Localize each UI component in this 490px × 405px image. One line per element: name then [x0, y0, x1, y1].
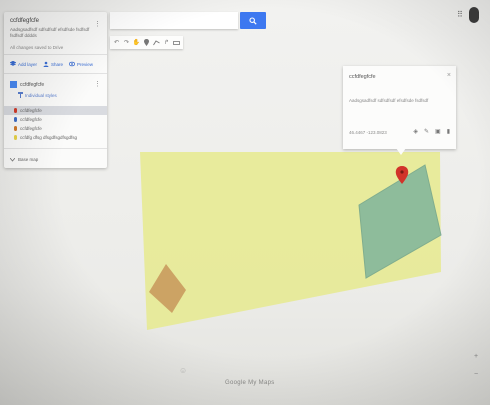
add-layer-label: Add layer	[18, 61, 38, 67]
feature-item[interactable]: ccfdfg dfsg dfsgdfsgdfsgdfsg	[4, 133, 107, 142]
panel-actions: Add layer Share Preview	[4, 55, 107, 74]
map-legend-panel: ccfdfegfcfe ⋮ Aadsgsadfsdf sdfsdfsdf efs…	[4, 12, 107, 168]
drawing-toolbar: ↶ ↷ ✋ ↱	[110, 36, 183, 49]
feature-info-card: ccfdfegfcfe × Aadsgsadfsdf sdfsdfsdf efs…	[343, 66, 456, 149]
feature-label: ccfdfegfcfe	[20, 117, 42, 122]
search-icon	[249, 16, 257, 25]
google-logo: Google My Maps	[225, 380, 275, 386]
apps-grid-icon[interactable]: ⠿	[457, 10, 463, 19]
zoom-out-button[interactable]: −	[471, 366, 481, 384]
share-icon	[43, 61, 49, 67]
feature-label: ccfdfg dfsg dfsgdfsgdfsgdfsg	[20, 135, 78, 140]
camera-icon[interactable]: ▣	[435, 128, 441, 135]
screen: ccfdfegfcfe ⋮ Aadsgsadfsdf sdfsdfsdf efs…	[0, 0, 490, 405]
base-map-label: Base map	[18, 157, 39, 162]
add-marker-icon[interactable]	[142, 37, 151, 48]
popup-description: Aadsgsadfsdf sdfsdfsdf efsdfsde fsdfsdf	[349, 98, 429, 103]
layer-section: ccfdfegfcfe ⋮ Individual styles	[4, 74, 107, 106]
share-label: Share	[51, 61, 64, 67]
close-icon[interactable]: ×	[447, 72, 451, 79]
feature-list: ccfdfegfcfe ccfdfegfcfe ccfdfegfcfe ccfd…	[4, 106, 107, 142]
saved-status: All changes saved to Drive	[10, 45, 64, 50]
feature-item[interactable]: ccfdfegfcfe	[4, 124, 107, 133]
hand-icon[interactable]: ✋	[132, 37, 141, 48]
zoom-controls: + −	[471, 348, 481, 384]
popup-actions: ◈ ✎ ▣ ▮	[413, 128, 450, 135]
layer-checkbox[interactable]	[10, 80, 17, 88]
zoom-in-button[interactable]: +	[471, 348, 481, 366]
search-input[interactable]	[110, 15, 238, 33]
preview-button[interactable]: Preview	[69, 61, 93, 67]
avatar[interactable]	[469, 7, 479, 23]
undo-icon[interactable]: ↶	[112, 37, 121, 48]
ruler-icon[interactable]	[172, 37, 181, 48]
layer-options-icon[interactable]: ⋮	[94, 80, 101, 88]
popup-coordinates[interactable]: 46.4467 -123.0823	[349, 130, 387, 135]
draw-line-icon[interactable]	[152, 37, 161, 48]
feature-item[interactable]: ccfdfegfcfe	[4, 115, 107, 124]
layer-title[interactable]: ccfdfegfcfe	[20, 81, 44, 87]
polygon-icon	[14, 135, 17, 140]
more-options-icon[interactable]: ⋮	[94, 20, 101, 28]
feature-label: ccfdfegfcfe	[20, 126, 42, 131]
popup-pointer	[396, 148, 406, 155]
add-layer-icon	[10, 61, 16, 66]
pegman-icon[interactable]: ☺	[179, 366, 187, 375]
share-button[interactable]: Share	[43, 61, 63, 67]
delete-icon[interactable]: ▮	[447, 128, 450, 135]
redo-icon[interactable]: ↷	[122, 37, 131, 48]
feature-item[interactable]: ccfdfegfcfe	[4, 106, 107, 115]
preview-label: Preview	[77, 61, 94, 67]
directions-icon[interactable]: ↱	[162, 37, 171, 48]
line-icon	[14, 117, 17, 122]
edit-pencil-icon[interactable]: ✎	[424, 128, 429, 135]
paint-roller-icon	[18, 92, 23, 98]
panel-header: ccfdfegfcfe ⋮ Aadsgsadfsdf sdfsdfsdf efs…	[4, 12, 107, 55]
chevron-down-icon	[10, 157, 15, 162]
search-box	[110, 12, 238, 33]
preview-icon	[69, 61, 76, 67]
base-map-toggle[interactable]: Base map	[4, 148, 107, 168]
layer-header[interactable]: ccfdfegfcfe ⋮	[10, 80, 101, 88]
popup-title: ccfdfegfcfe	[349, 74, 376, 80]
map-description[interactable]: Aadsgsadfsdf sdfsdfsdf efsdfsde fsdfsdf …	[10, 27, 92, 39]
marker-icon	[14, 108, 17, 113]
feature-label: ccfdfegfcfe	[20, 108, 42, 113]
map-title[interactable]: ccfdfegfcfe	[10, 18, 101, 24]
search-button[interactable]	[240, 12, 266, 29]
individual-styles-link[interactable]: Individual styles	[10, 92, 101, 98]
style-label: Individual styles	[25, 92, 57, 98]
style-paint-icon[interactable]: ◈	[413, 128, 418, 135]
add-layer-button[interactable]: Add layer	[10, 61, 37, 67]
polygon-icon	[14, 126, 17, 131]
